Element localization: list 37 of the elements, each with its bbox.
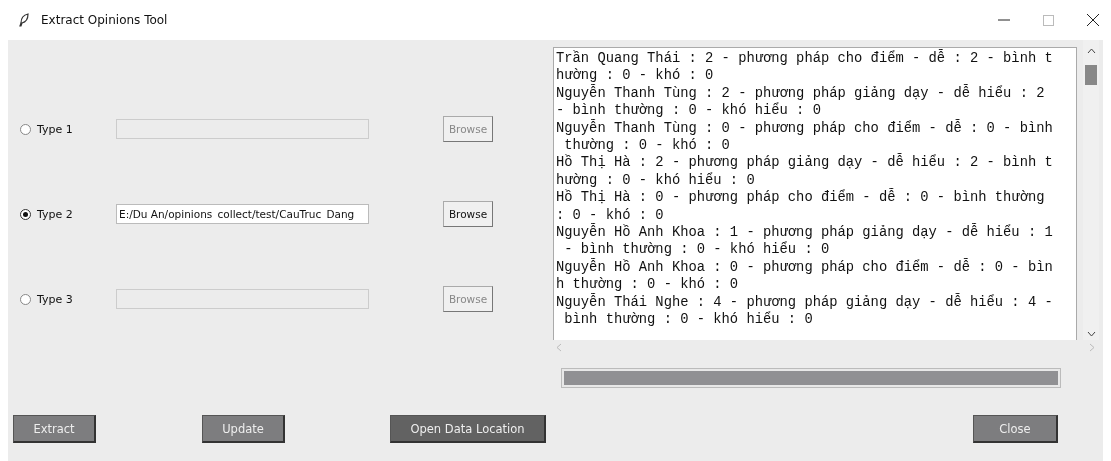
maximize-icon[interactable]: [1043, 14, 1054, 26]
browse-button[interactable]: Browse: [443, 201, 493, 227]
feather-icon: [19, 13, 29, 27]
close-button[interactable]: Close: [973, 415, 1058, 443]
output-line: Nguyễn Hồ Anh Khoa : 0 - phương pháp cho điểm - dễ : 0 - bìn: [556, 258, 1054, 277]
action-button[interactable]: Extract: [13, 415, 96, 443]
output-line: - bình thường : 0 - khó hiểu : 0: [563, 241, 831, 258]
output-line: Trần Quang Thái : 2 - phương pháp cho điểm - dễ : 2 - bình t: [556, 50, 1054, 68]
output-line: hường : 0 - khó : 0: [556, 67, 715, 84]
browse-button[interactable]: Browse: [443, 116, 493, 142]
scroll-thumb[interactable]: [1085, 65, 1097, 85]
output-line: h thường : 0 - khó : 0: [556, 276, 740, 293]
output-line: thường : 0 - khó : 0: [563, 137, 731, 154]
close-icon[interactable]: [1087, 14, 1099, 26]
scroll-right-icon[interactable]: [1089, 343, 1095, 352]
output-line: : 0 - khó : 0: [556, 206, 665, 223]
action-button[interactable]: Open Data Location: [390, 415, 546, 443]
output-line: Hồ Thị Hà : 2 - phương pháp giảng dạy - dễ hiểu : 2 - bình t: [556, 154, 1054, 172]
scroll-up-icon[interactable]: [1086, 48, 1096, 54]
output-line: Hồ Thị Hà : 0 - phương pháp cho điểm - dễ : 0 - bình thường: [556, 189, 1046, 207]
output-line: Nguyễn Thanh Tùng : 0 - phương pháp cho điểm - dễ : 0 - bình: [556, 119, 1054, 138]
type-label: Type 3: [37, 292, 73, 306]
output-line: hường : 0 - khó hiểu : 0: [556, 171, 756, 189]
type-label: Type 2: [37, 207, 73, 221]
output-line: Nguyễn Thái Nghe : 4 - phương pháp giảng dạy - dễ hiểu : 4 -: [556, 293, 1054, 311]
output-line: - bình thường : 0 - khó hiểu : 0: [556, 102, 822, 119]
output-line: bình thường : 0 - khó hiểu : 0: [563, 311, 814, 329]
output-line: Nguyễn Thanh Tùng : 2 - phương pháp giảng dạy - dễ hiểu : 2: [556, 84, 1046, 102]
browse-button[interactable]: Browse: [443, 286, 493, 312]
window-title: Extract Opinions Tool: [41, 13, 168, 27]
vertical-scrollbar[interactable]: [1083, 40, 1099, 340]
type-label: Type 1: [37, 122, 73, 136]
scroll-down-icon[interactable]: [1086, 331, 1096, 337]
scroll-left-icon[interactable]: [556, 343, 562, 352]
action-button[interactable]: Update: [202, 415, 285, 443]
output-line: Nguyễn Hồ Anh Khoa : 1 - phương pháp giảng dạy - dễ hiểu : 1: [556, 224, 1054, 241]
radio-button[interactable]: [20, 208, 31, 220]
